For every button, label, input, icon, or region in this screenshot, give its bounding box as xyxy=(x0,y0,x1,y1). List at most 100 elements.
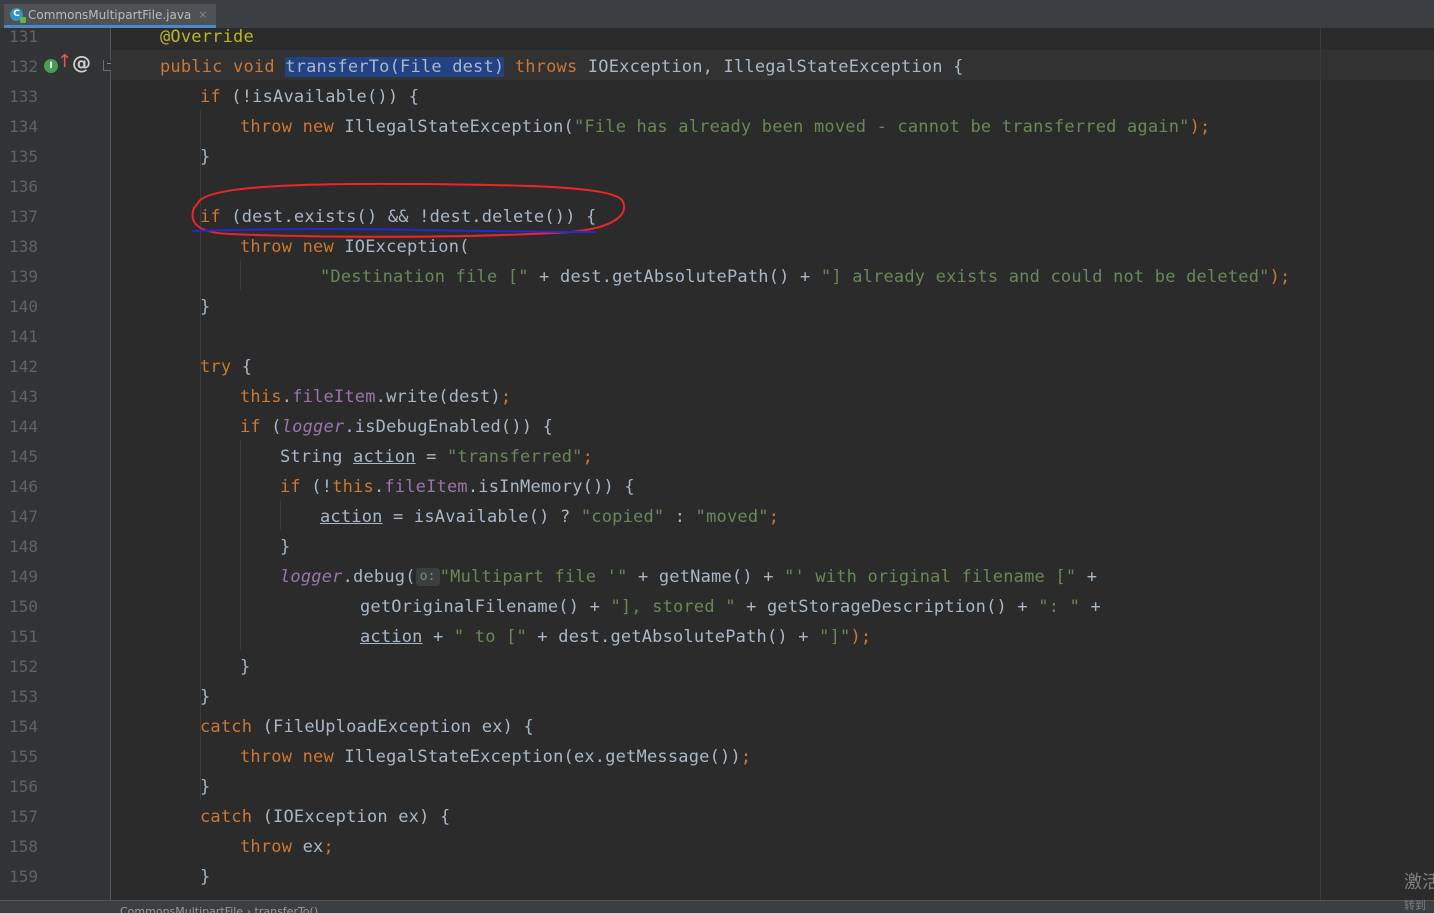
code-line-144: if (logger.isDebugEnabled()) { xyxy=(240,412,553,442)
code-line-156: } xyxy=(200,772,210,802)
keyword: throw xyxy=(240,747,293,767)
line-number: 152 xyxy=(9,657,38,676)
line-number: 141 xyxy=(9,327,38,346)
code-line-142: try { xyxy=(200,352,252,382)
code-text: : xyxy=(664,507,696,527)
string-literal: " to [" xyxy=(453,627,527,647)
code-text: IllegalStateException(ex.getMessage()) xyxy=(333,747,741,767)
line-number: 138 xyxy=(9,237,38,256)
indent-guide xyxy=(280,500,281,530)
code-line-131: @Override xyxy=(160,28,254,52)
code-editor[interactable]: @Override public void transferTo(File de… xyxy=(111,28,1434,900)
line-number: 144 xyxy=(9,417,38,436)
line-number: 150 xyxy=(9,597,38,616)
annotation-icon[interactable]: @ xyxy=(72,53,91,73)
line-number: 136 xyxy=(9,177,38,196)
line-number: 157 xyxy=(9,807,38,826)
code-text: . xyxy=(373,477,385,497)
code-text: + xyxy=(422,627,454,647)
code-line-155: throw new IllegalStateException(ex.getMe… xyxy=(240,742,751,772)
code-text: (!isAvailable()) { xyxy=(220,87,420,107)
keyword: catch xyxy=(200,717,253,737)
code-text: .isInMemory()) { xyxy=(467,477,635,497)
keyword: new xyxy=(302,117,334,137)
keyword: if xyxy=(200,87,221,107)
line-number: 142 xyxy=(9,357,38,376)
line-number: 143 xyxy=(9,387,38,406)
code-text: } xyxy=(200,297,211,317)
tab-label: CommonsMultipartFile.java xyxy=(28,7,192,22)
line-number: 154 xyxy=(9,717,38,736)
code-text: } xyxy=(240,657,251,677)
code-line-138: throw new IOException( xyxy=(240,232,470,262)
override-annotation: @Override xyxy=(160,28,254,47)
field-reference: fileItem xyxy=(384,477,468,497)
static-field-reference: logger xyxy=(281,417,345,437)
line-number: 151 xyxy=(9,627,38,646)
code-line-140: } xyxy=(200,292,210,322)
code-text: ); xyxy=(1269,267,1291,287)
code-line-145: String action = "transferred"; xyxy=(280,442,593,472)
line-number: 135 xyxy=(9,147,38,166)
keyword: this xyxy=(240,387,282,407)
implements-method-icon[interactable]: I xyxy=(44,59,58,73)
line-number: 148 xyxy=(9,537,38,556)
code-line-134: throw new IllegalStateException("File ha… xyxy=(240,112,1211,142)
line-number-gutter[interactable]: 131 132 133 134 135 136 137 138 139 140 … xyxy=(0,27,116,900)
code-text: } xyxy=(280,537,291,557)
activation-watermark-sub: 转到 xyxy=(1404,899,1426,912)
code-text: + getName() + xyxy=(627,567,785,587)
keyword: throws xyxy=(514,57,578,77)
right-margin-guide xyxy=(1320,28,1321,900)
code-text: + getStorageDescription() + xyxy=(735,597,1039,617)
keyword: new xyxy=(302,237,334,257)
code-text: ; xyxy=(323,837,334,857)
code-line-148: } xyxy=(280,532,290,562)
line-number: 140 xyxy=(9,297,38,316)
keyword: try xyxy=(200,357,232,377)
code-text: . xyxy=(281,387,293,407)
field-reference: fileItem xyxy=(292,387,376,407)
code-line-158: throw ex; xyxy=(240,832,334,862)
code-line-135: } xyxy=(200,142,210,172)
line-number: 147 xyxy=(9,507,38,526)
code-text: ex xyxy=(292,837,324,857)
line-number: 156 xyxy=(9,777,38,796)
parameter-hint: o: xyxy=(415,568,440,586)
code-text: ; xyxy=(768,507,780,527)
activation-watermark: 激活 xyxy=(1404,872,1434,893)
static-field-reference: logger xyxy=(280,567,343,587)
editor-tab-bar: C CommonsMultipartFile.java × xyxy=(0,0,1434,29)
code-text: (! xyxy=(300,477,333,497)
keyword: if xyxy=(240,417,261,437)
line-number: 153 xyxy=(9,687,38,706)
code-line-152: } xyxy=(240,652,250,682)
code-text: + xyxy=(1080,597,1101,617)
override-arrow-icon[interactable]: ↑ xyxy=(57,52,72,72)
string-literal: "copied" xyxy=(580,507,665,527)
code-text: .debug( xyxy=(342,567,416,587)
line-number: 159 xyxy=(9,867,38,886)
keyword: if xyxy=(200,207,221,227)
code-text: (dest.exists() && !dest.delete()) { xyxy=(220,207,597,227)
code-line-137: if (dest.exists() && !dest.delete()) { xyxy=(200,202,597,232)
code-text: } xyxy=(200,777,211,797)
line-number: 134 xyxy=(9,117,38,136)
code-line-151: action + " to [" + dest.getAbsolutePath(… xyxy=(360,622,871,652)
indent-guide xyxy=(240,260,241,290)
line-number: 132 xyxy=(9,57,38,76)
keyword: throw xyxy=(240,117,293,137)
line-number: 131 xyxy=(9,27,38,46)
code-line-133: if (!isAvailable()) { xyxy=(200,82,419,112)
code-text: .write(dest) xyxy=(375,387,501,407)
close-icon[interactable]: × xyxy=(198,8,207,21)
code-text: } xyxy=(200,867,211,887)
line-number: 145 xyxy=(9,447,38,466)
code-line-153: } xyxy=(200,682,210,712)
code-line-150: getOriginalFilename() + "], stored " + g… xyxy=(360,592,1101,622)
code-text: String xyxy=(280,447,354,467)
line-number: 137 xyxy=(9,207,38,226)
code-line-159: } xyxy=(200,862,210,892)
code-text: getOriginalFilename() + xyxy=(360,597,611,617)
code-line-154: catch (FileUploadException ex) { xyxy=(200,712,534,742)
